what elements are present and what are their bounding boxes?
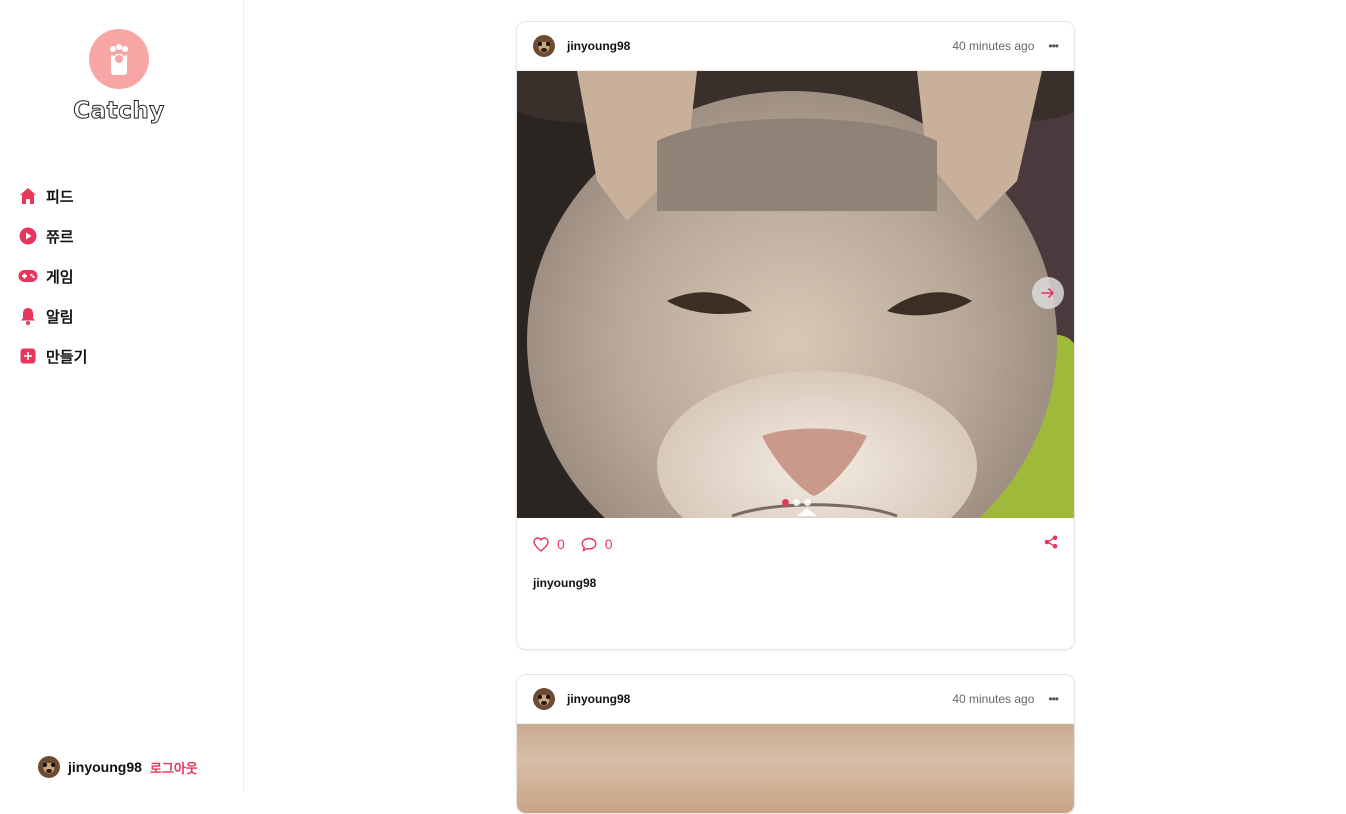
carousel-dots	[517, 499, 1074, 506]
bell-icon	[18, 306, 38, 326]
more-options-icon[interactable]: •••	[1048, 692, 1059, 706]
arrow-right-icon	[1041, 288, 1054, 298]
paw-logo-icon[interactable]	[89, 29, 149, 89]
feed-post: jinyoung98 40 minutes ago •••	[516, 21, 1075, 650]
next-image-button[interactable]	[1032, 277, 1064, 309]
post-timestamp: 40 minutes ago	[952, 692, 1035, 706]
post-header: jinyoung98 40 minutes ago •••	[517, 22, 1074, 71]
comment-button[interactable]: 0	[581, 536, 613, 552]
nav-label: 알림	[46, 307, 74, 326]
play-circle-icon	[18, 226, 38, 246]
like-button[interactable]: 0	[533, 536, 565, 552]
share-button[interactable]	[1044, 535, 1058, 554]
post-image-carousel[interactable]	[517, 71, 1074, 518]
post-header: jinyoung98 40 minutes ago •••	[517, 675, 1074, 724]
post-actions: 0 0	[517, 518, 1074, 570]
nav-label: 피드	[46, 187, 74, 206]
more-options-icon[interactable]: •••	[1048, 39, 1059, 53]
gamepad-icon	[18, 266, 38, 286]
avatar[interactable]	[533, 35, 555, 57]
share-icon	[1044, 535, 1058, 548]
post-image[interactable]	[517, 724, 1074, 813]
heart-icon	[533, 536, 549, 552]
home-icon	[18, 186, 38, 206]
post-caption: jinyoung98	[533, 576, 597, 590]
comment-count: 0	[604, 536, 613, 552]
carousel-dot[interactable]	[793, 499, 800, 506]
nav-item-create[interactable]: 만들기	[18, 336, 87, 376]
current-username[interactable]: jinyoung98	[68, 759, 142, 775]
brand-name: Catchy	[73, 98, 165, 125]
post-username[interactable]: jinyoung98	[567, 692, 630, 706]
feed-post: jinyoung98 40 minutes ago •••	[516, 674, 1075, 814]
carousel-dot[interactable]	[804, 499, 811, 506]
nav-item-notifications[interactable]: 알림	[18, 296, 87, 336]
plus-square-icon	[18, 346, 38, 366]
nav-item-feed[interactable]: 피드	[18, 176, 87, 216]
post-username[interactable]: jinyoung98	[567, 39, 630, 53]
post-timestamp: 40 minutes ago	[952, 39, 1035, 53]
nav-item-game[interactable]: 게임	[18, 256, 87, 296]
nav-label: 쮸르	[46, 227, 74, 246]
nav-label: 게임	[46, 267, 74, 286]
carousel-dot[interactable]	[782, 499, 789, 506]
sidebar: Catchy 피드 쮸르 게임 알림 만들기 jinyoung98 로그아웃	[0, 0, 244, 792]
avatar[interactable]	[38, 756, 60, 778]
nav-label: 만들기	[46, 347, 88, 366]
comment-icon	[581, 537, 597, 552]
main-nav: 피드 쮸르 게임 알림 만들기	[18, 176, 87, 376]
logout-button[interactable]: 로그아웃	[150, 758, 198, 777]
nav-item-shorts[interactable]: 쮸르	[18, 216, 87, 256]
like-count: 0	[557, 536, 565, 552]
avatar[interactable]	[533, 688, 555, 710]
current-user: jinyoung98 로그아웃	[38, 756, 198, 778]
cat-photo	[517, 71, 1074, 518]
